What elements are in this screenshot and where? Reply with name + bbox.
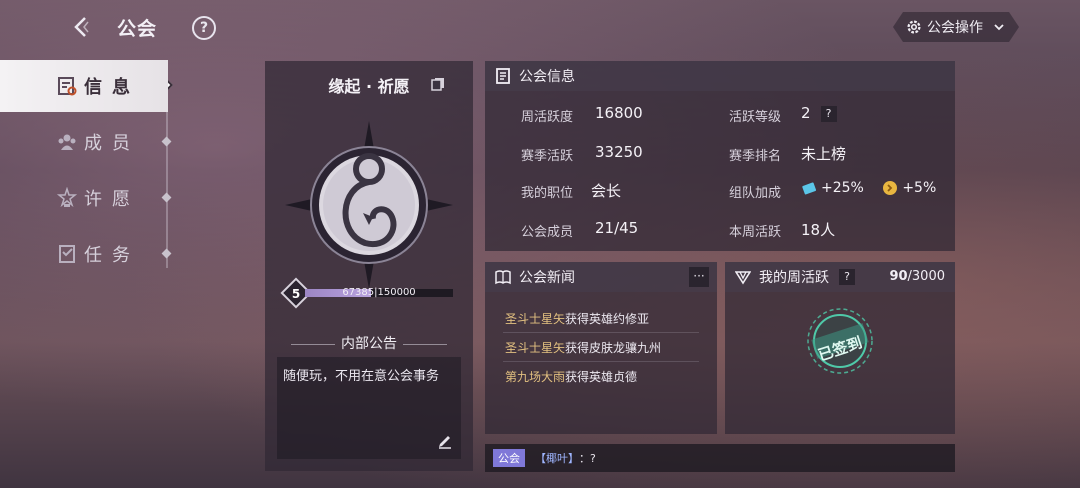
notice-text: 随便玩，不用在意公会事务 [283, 369, 440, 384]
weekly-activity-value: 16800 [595, 104, 643, 122]
chat-channel-tag: 公会 [493, 449, 525, 467]
guild-ops-label: 公会操作 [927, 20, 983, 36]
my-role-label: 我的职位 [521, 186, 574, 201]
news-text: 获得英雄贞德 [565, 370, 638, 384]
activity-level-row: 2? [801, 104, 837, 122]
coin-buff-icon [883, 181, 898, 195]
news-more-button[interactable]: ··· [689, 267, 709, 287]
weekly-help-button[interactable]: ? [839, 269, 855, 285]
sidebar-item-label: 信息 [84, 77, 140, 98]
news-actor: 第九场大雨 [505, 370, 566, 384]
team-bonus-1: +25% [801, 180, 864, 196]
members-icon [58, 134, 76, 150]
guild-info-title: 公会信息 [519, 69, 575, 85]
news-actor: 圣斗士星矢 [505, 341, 566, 355]
guild-news-title: 公会新闻 [519, 270, 575, 286]
members-value: 21/45 [595, 219, 639, 237]
notice-title-text: 内部公告 [341, 336, 397, 352]
chevron-down-icon [994, 24, 1004, 31]
week-active-label: 本周活跃 [729, 225, 782, 240]
sidebar-item-members[interactable]: 成员 [0, 116, 175, 168]
news-divider [503, 332, 699, 333]
news-actor: 圣斗士星矢 [505, 312, 566, 326]
info-card-icon [58, 77, 77, 96]
back-button[interactable] [66, 12, 96, 42]
news-text: 获得皮肤龙骧九州 [565, 341, 662, 355]
sidebar-item-label: 任务 [84, 245, 140, 266]
weekly-activity-label: 周活跃度 [521, 110, 574, 125]
wish-icon [56, 187, 78, 208]
chat-sender: 【椰叶】 [535, 452, 579, 465]
season-activity-value: 33250 [595, 143, 643, 161]
season-rank-value: 未上榜 [801, 145, 847, 163]
guild-level: 5 [291, 287, 301, 301]
team-bonus-2-value: +5% [902, 180, 937, 196]
activity-level-label: 活跃等级 [729, 110, 782, 125]
weekly-activity-max: /3000 [907, 269, 945, 284]
activity-level-value: 2 [801, 104, 811, 122]
weekly-activity-panel: 我的周活跃 ? 90/3000 已签到 [725, 262, 955, 434]
document-icon [496, 68, 510, 84]
team-bonus-values: +25% +5% [801, 180, 950, 200]
book-icon [495, 270, 511, 285]
sidebar-item-info[interactable]: 信息 [0, 60, 168, 112]
guild-emblem-icon [285, 121, 453, 289]
chevron-left-icon [74, 17, 89, 37]
season-activity-label: 赛季活跃 [521, 149, 574, 164]
guild-exp-current: 67385 [342, 287, 375, 298]
guild-exp-text: 67385|150000 [342, 287, 416, 298]
weekly-activity-count: 90/3000 [889, 269, 945, 284]
copy-icon[interactable] [431, 77, 445, 91]
guild-info-header: 公会信息 [485, 61, 955, 91]
guild-info-panel: 公会信息 周活跃度 16800 活跃等级 2? 赛季活跃 33250 赛季排名 … [485, 61, 955, 251]
sidebar-item-wish[interactable]: 许愿 [0, 172, 175, 224]
guild-chat-bar[interactable]: 公会 【椰叶】 ：? [485, 444, 955, 472]
sidebar-item-label: 许愿 [84, 189, 140, 210]
week-active-value: 18人 [801, 221, 836, 239]
activity-level-help-button[interactable]: ? [820, 105, 837, 122]
help-button[interactable]: ? [192, 16, 216, 40]
top-bar: 公会 ? 公会操作 [0, 0, 1080, 56]
my-role-value: 会长 [591, 182, 622, 200]
sidebar-item-tasks[interactable]: 任务 [0, 228, 175, 280]
edit-icon[interactable] [437, 433, 453, 449]
team-bonus-1-value: +25% [821, 180, 864, 196]
page-title: 公会 [117, 18, 158, 40]
ticket-buff-icon [802, 182, 817, 195]
team-bonus-2: +5% [882, 180, 936, 196]
members-label: 公会成员 [521, 225, 574, 240]
guild-card: 缘起 · 祈愿 5 67385|150000 内部公告 随便玩，不用在意公会事务 [265, 61, 473, 471]
guild-exp-max: 150000 [377, 287, 416, 298]
emblem-v-icon [735, 271, 751, 285]
notice-title: 内部公告 [265, 333, 473, 353]
gear-icon [907, 20, 921, 34]
task-icon [59, 245, 75, 263]
team-bonus-label: 组队加成 [729, 186, 782, 201]
news-text: 获得英雄约修亚 [565, 312, 650, 326]
weekly-activity-current: 90 [889, 269, 908, 284]
guild-news-header: 公会新闻 [485, 262, 717, 292]
news-item: 圣斗士星矢获得英雄约修亚 [505, 310, 705, 327]
notice-box: 随便玩，不用在意公会事务 [277, 357, 461, 459]
news-item: 第九场大雨获得英雄贞德 [505, 368, 705, 385]
news-item: 圣斗士星矢获得皮肤龙骧九州 [505, 339, 705, 356]
chat-message: ：? [579, 452, 596, 465]
weekly-activity-title: 我的周活跃 [759, 270, 829, 286]
guild-news-panel: 公会新闻 ··· 圣斗士星矢获得英雄约修亚 圣斗士星矢获得皮肤龙骧九州 第九场大… [485, 262, 717, 434]
news-divider [503, 361, 699, 362]
guild-ops-button[interactable]: 公会操作 [893, 12, 1019, 42]
sidebar-item-label: 成员 [84, 133, 140, 154]
sidebar: 信息 成员 许愿 任务 [0, 60, 175, 284]
season-rank-label: 赛季排名 [729, 149, 782, 164]
